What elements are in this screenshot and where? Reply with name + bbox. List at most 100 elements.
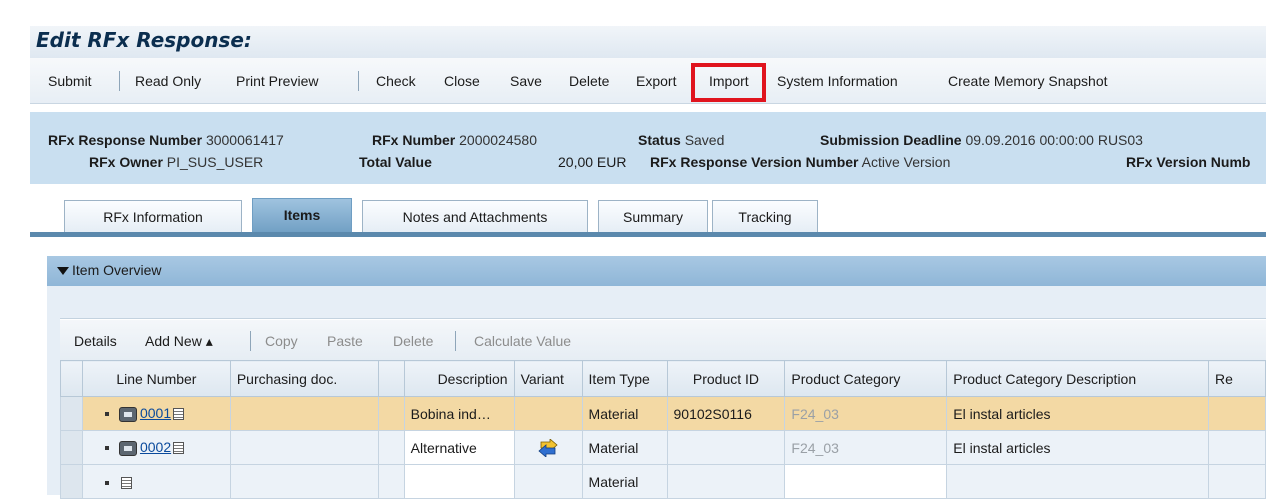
- owner-field: RFx Owner PI_SUS_USER: [89, 154, 263, 170]
- row-selector[interactable]: [60, 396, 83, 431]
- calculate-value-button[interactable]: Calculate Value: [474, 333, 571, 349]
- note-icon[interactable]: [120, 476, 132, 489]
- bullet-icon: [104, 446, 109, 451]
- line-number-cell: [81, 464, 231, 499]
- bullet-icon: [104, 480, 109, 485]
- print-preview-button[interactable]: Print Preview: [236, 73, 318, 89]
- column-header[interactable]: Line Number: [81, 360, 231, 397]
- table-row[interactable]: 0001 Bobina ind… Material 90102S0116 F24…: [60, 396, 1266, 431]
- response-version-label: RFx Response Version Number: [650, 154, 859, 170]
- column-header[interactable]: Purchasing doc.: [229, 360, 379, 397]
- rfx-number-field: RFx Number 2000024580: [372, 132, 537, 148]
- response-number-label: RFx Response Number: [48, 132, 203, 148]
- column-header[interactable]: Variant: [513, 360, 583, 397]
- row-selector[interactable]: [60, 430, 83, 465]
- extra-cell: [1208, 464, 1266, 499]
- extra-cell: [1208, 396, 1266, 431]
- item-type-cell: Material: [581, 464, 668, 499]
- line-number-link[interactable]: 0001: [140, 405, 171, 421]
- page-title: Edit RFx Response:: [36, 28, 252, 52]
- delete-button[interactable]: Delete: [569, 73, 609, 89]
- variant-cell: [513, 396, 583, 431]
- header-panel: RFx Response Number 3000061417 RFx Numbe…: [30, 112, 1266, 184]
- main-toolbar: Submit Read Only Print Preview Check Clo…: [30, 58, 1266, 104]
- note-icon[interactable]: [173, 408, 185, 421]
- product-category-cell: F24_03: [784, 430, 948, 465]
- item-type-cell: Material: [581, 396, 668, 431]
- description-cell[interactable]: Alternative: [403, 430, 515, 465]
- rfx-number-value: 2000024580: [459, 132, 537, 148]
- paste-button[interactable]: Paste: [327, 333, 363, 349]
- category-description-cell: El instal articles: [946, 396, 1210, 431]
- rfx-version-field: RFx Version Numb: [1126, 154, 1250, 170]
- save-button[interactable]: Save: [510, 73, 542, 89]
- column-header[interactable]: [377, 360, 405, 397]
- details-button[interactable]: Details: [74, 333, 117, 349]
- items-table: Line Number Purchasing doc. Description …: [60, 360, 1266, 499]
- row-selector-header[interactable]: [60, 360, 83, 397]
- toolbar-separator: [455, 331, 456, 351]
- status-field: Status Saved: [638, 132, 724, 148]
- item-overview-header[interactable]: Item Overview: [47, 256, 1266, 286]
- response-number-value: 3000061417: [205, 132, 284, 148]
- line-number-cell: 0001: [81, 396, 231, 431]
- table-row[interactable]: Material: [60, 464, 1266, 499]
- variant-cell[interactable]: [513, 430, 583, 465]
- blank-cell: [377, 396, 405, 431]
- toolbar-separator: [119, 71, 120, 91]
- product-icon: [118, 440, 137, 456]
- title-bar: Edit RFx Response:: [0, 0, 1266, 58]
- export-button[interactable]: Export: [636, 73, 676, 89]
- toolbar-separator: [358, 71, 359, 91]
- column-header[interactable]: Item Type: [581, 360, 668, 397]
- tab-notes-and-attachments[interactable]: Notes and Attachments: [362, 200, 588, 233]
- section-title: Item Overview: [72, 262, 162, 278]
- product-icon: [118, 406, 137, 422]
- line-number-cell: 0002: [81, 430, 231, 465]
- status-value: Saved: [684, 132, 725, 148]
- close-button[interactable]: Close: [444, 73, 480, 89]
- blank-cell: [377, 464, 405, 499]
- response-version-field: RFx Response Version Number Active Versi…: [650, 154, 950, 170]
- tab-tracking[interactable]: Tracking: [712, 200, 818, 233]
- import-highlight-frame: [691, 63, 766, 102]
- purchasing-doc-cell: [229, 464, 379, 499]
- row-selector[interactable]: [60, 464, 83, 499]
- category-description-cell: El instal articles: [946, 430, 1210, 465]
- response-version-value: Active Version: [861, 154, 951, 170]
- column-header[interactable]: Product Category: [784, 360, 948, 397]
- read-only-button[interactable]: Read Only: [135, 73, 201, 89]
- tab-strip-line: [30, 232, 1266, 237]
- product-id-cell: 90102S0116: [666, 396, 786, 431]
- column-header[interactable]: Description: [403, 360, 515, 397]
- category-description-cell: [946, 464, 1210, 499]
- product-id-cell: [666, 464, 786, 499]
- owner-value: PI_SUS_USER: [166, 154, 264, 170]
- description-cell[interactable]: Bobina ind…: [403, 396, 515, 431]
- blank-cell: [377, 430, 405, 465]
- description-cell[interactable]: [403, 464, 515, 499]
- total-value-value: 20,00 EUR: [558, 154, 627, 170]
- add-new-button[interactable]: Add New ▴: [145, 333, 213, 350]
- submit-button[interactable]: Submit: [48, 73, 92, 89]
- rfx-version-label: RFx Version Numb: [1126, 154, 1251, 170]
- table-row[interactable]: 0002 Alternative Material F24_03 El inst…: [60, 430, 1266, 465]
- create-memory-snapshot-button[interactable]: Create Memory Snapshot: [948, 73, 1108, 89]
- column-header[interactable]: Re: [1208, 360, 1266, 397]
- item-type-cell: Material: [581, 430, 668, 465]
- column-header[interactable]: Product ID: [666, 360, 786, 397]
- check-button[interactable]: Check: [376, 73, 416, 89]
- tab-rfx-information[interactable]: RFx Information: [64, 200, 242, 233]
- tab-summary[interactable]: Summary: [598, 200, 708, 233]
- system-information-button[interactable]: System Information: [777, 73, 898, 89]
- variant-arrow-icon[interactable]: [537, 438, 559, 457]
- line-number-link[interactable]: 0002: [140, 439, 171, 455]
- collapse-triangle-icon[interactable]: [57, 267, 69, 275]
- tab-items[interactable]: Items: [252, 198, 352, 234]
- column-header[interactable]: Product Category Description: [946, 360, 1210, 397]
- response-number-field: RFx Response Number 3000061417: [48, 132, 284, 148]
- product-category-cell[interactable]: [784, 464, 948, 499]
- copy-button[interactable]: Copy: [265, 333, 298, 349]
- note-icon[interactable]: [173, 442, 185, 455]
- delete-item-button[interactable]: Delete: [393, 333, 433, 349]
